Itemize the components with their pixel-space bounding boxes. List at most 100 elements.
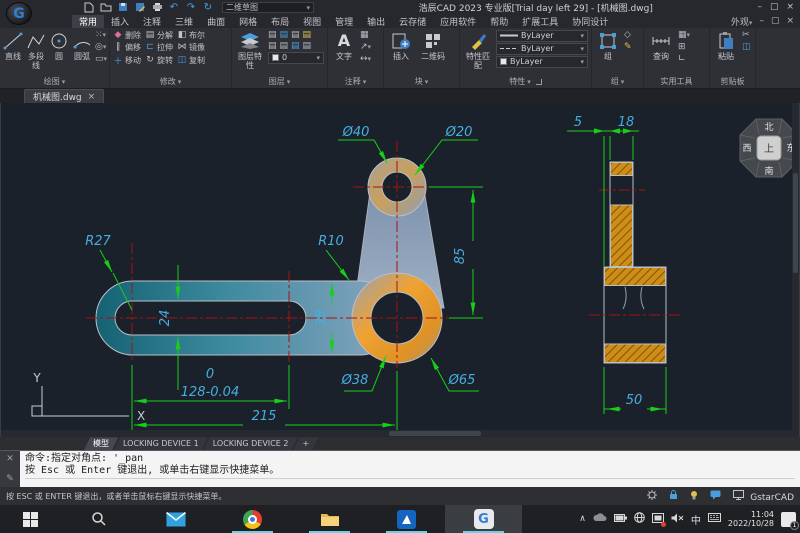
- open-file-icon[interactable]: [100, 1, 112, 13]
- draw-extra-tools[interactable]: ⁙ ◎ ▭: [95, 30, 107, 64]
- tab-collaborate[interactable]: 协同设计: [565, 15, 615, 28]
- panel-label-group[interactable]: 组: [592, 76, 643, 88]
- layout-tab-device1[interactable]: LOCKING DEVICE 1: [114, 437, 208, 450]
- paste-button[interactable]: 粘贴: [713, 30, 739, 61]
- monitor-icon[interactable]: [732, 489, 744, 500]
- polyline-button[interactable]: 多段线: [26, 30, 46, 70]
- view-cube[interactable]: 北 南 西 东 上: [739, 118, 799, 178]
- annotate-extra-tools[interactable]: ▦ ↗ ↔: [360, 30, 371, 64]
- lock-icon[interactable]: [669, 489, 678, 500]
- search-button[interactable]: [60, 505, 137, 533]
- panel-label-annotate[interactable]: 注释: [328, 76, 383, 88]
- taskbar-explorer[interactable]: [291, 505, 368, 533]
- tab-apps[interactable]: 应用软件: [433, 15, 483, 28]
- layer-tools-row2[interactable]: ▤ ▤ ▤ ▤: [268, 41, 324, 51]
- mirror-button[interactable]: ⋈ 镜像: [177, 42, 206, 53]
- tab-manage[interactable]: 管理: [328, 15, 360, 28]
- gear-icon[interactable]: [646, 489, 657, 500]
- line-button[interactable]: 直线: [3, 30, 23, 61]
- tab-insert[interactable]: 插入: [104, 15, 136, 28]
- tab-home[interactable]: 常用: [72, 14, 105, 28]
- battery-icon[interactable]: [613, 513, 627, 525]
- clipboard-extra-tools[interactable]: ✂ ◫: [742, 30, 751, 52]
- onedrive-cloud-icon[interactable]: [593, 513, 607, 525]
- taskbar-mail[interactable]: [137, 505, 214, 533]
- inquiry-button[interactable]: 查询: [647, 30, 675, 61]
- start-button[interactable]: [0, 505, 60, 533]
- chat-icon[interactable]: [710, 490, 721, 500]
- taskbar-clock[interactable]: 11:04 2022/10/28: [728, 510, 774, 528]
- color-dropdown[interactable]: ByLayer: [496, 55, 588, 68]
- app-logo[interactable]: G: [6, 2, 50, 25]
- boolean-button[interactable]: ◧ 布尔: [177, 30, 205, 41]
- notification-center[interactable]: 1: [781, 511, 799, 530]
- group-extra-tools[interactable]: ◇ ✎: [624, 30, 632, 52]
- tab-surface[interactable]: 曲面: [200, 15, 232, 28]
- layout-tab-device2[interactable]: LOCKING DEVICE 2: [204, 437, 298, 450]
- part-side-section-view[interactable]: [603, 161, 667, 364]
- save-as-icon[interactable]: [134, 1, 146, 13]
- ime-indicator[interactable]: 中: [691, 512, 701, 527]
- network-globe-icon[interactable]: [634, 512, 645, 526]
- close-button[interactable]: ×: [786, 2, 794, 12]
- offset-button[interactable]: ∥ 偏移: [113, 42, 141, 53]
- qrcode-button[interactable]: 二维码: [418, 30, 448, 61]
- restore-button[interactable]: ▢: [770, 2, 779, 12]
- workspace-dropdown[interactable]: 二维草图: [222, 1, 314, 13]
- pencil-icon[interactable]: ✎: [6, 474, 14, 484]
- print-icon[interactable]: [151, 1, 163, 13]
- drawing-canvas[interactable]: Ø40 Ø20 R27 R10 24 38 85 0 128-0.04 215 …: [0, 103, 800, 438]
- close-icon[interactable]: [88, 92, 96, 102]
- lightbulb-icon[interactable]: [690, 490, 698, 500]
- layer-properties-button[interactable]: 图层特性: [235, 30, 265, 70]
- panel-label-modify[interactable]: 修改: [110, 76, 231, 88]
- close-command-icon[interactable]: ✕: [6, 454, 14, 464]
- ribbon-close-button[interactable]: ×: [786, 16, 794, 26]
- dialog-launcher-icon[interactable]: [535, 78, 542, 85]
- command-history[interactable]: 命令:指定对角点: '_pan 按 Esc 或 Enter 键退出, 或单击右键…: [20, 451, 800, 487]
- tab-output[interactable]: 输出: [360, 15, 392, 28]
- tab-annotate[interactable]: 注释: [136, 15, 168, 28]
- panel-label-clipboard[interactable]: 剪贴板: [710, 76, 755, 88]
- layout-tab-model[interactable]: 模型: [84, 437, 118, 450]
- move-button[interactable]: ＋移动: [113, 54, 141, 67]
- rotate-button[interactable]: ↻ 旋转: [145, 54, 173, 67]
- panel-label-block[interactable]: 块: [384, 76, 459, 88]
- taskbar-gstarcad[interactable]: G: [445, 505, 522, 533]
- tray-expand-icon[interactable]: ∧: [579, 514, 586, 524]
- save-icon[interactable]: [117, 1, 129, 13]
- arc-button[interactable]: 圆弧: [72, 30, 92, 61]
- insert-block-button[interactable]: 插入: [387, 30, 415, 61]
- ribbon-minimize-button[interactable]: –: [759, 16, 764, 26]
- undo-icon[interactable]: ↶: [168, 1, 180, 13]
- tab-layout[interactable]: 布局: [264, 15, 296, 28]
- tab-3d[interactable]: 三维: [168, 15, 200, 28]
- keyboard-icon[interactable]: [707, 513, 721, 525]
- text-button[interactable]: A 文字: [331, 30, 357, 61]
- refresh-icon[interactable]: ↻: [202, 1, 214, 13]
- panel-label-utilities[interactable]: 实用工具: [644, 76, 709, 88]
- layer-dropdown[interactable]: 0: [268, 51, 324, 64]
- taskbar-chrome[interactable]: [214, 505, 291, 533]
- linetype-dropdown[interactable]: ByLayer: [496, 42, 588, 55]
- copy-button[interactable]: ◫ 复制: [177, 54, 205, 67]
- layout-tab-add[interactable]: +: [293, 437, 318, 450]
- stretch-button[interactable]: ⊏ 拉伸: [145, 42, 173, 53]
- tab-cloud[interactable]: 云存储: [392, 15, 433, 28]
- minimize-button[interactable]: –: [757, 2, 762, 12]
- lineweight-dropdown[interactable]: ByLayer: [496, 29, 588, 42]
- volume-muted-icon[interactable]: [671, 513, 684, 526]
- screenclip-icon[interactable]: [651, 512, 666, 527]
- taskbar-viewer-app[interactable]: [368, 505, 445, 533]
- erase-button[interactable]: ◆ 删除: [113, 30, 141, 41]
- redo-icon[interactable]: ↷: [185, 1, 197, 13]
- group-button[interactable]: 组: [595, 30, 621, 61]
- panel-label-properties[interactable]: 特性: [460, 76, 591, 88]
- explode-button[interactable]: ▤ 分解: [145, 30, 173, 41]
- tab-help[interactable]: 帮助: [483, 15, 515, 28]
- part-front-view[interactable]: [95, 157, 445, 364]
- new-file-icon[interactable]: [83, 1, 95, 13]
- tab-mesh[interactable]: 网格: [232, 15, 264, 28]
- tab-view[interactable]: 视图: [296, 15, 328, 28]
- panel-label-draw[interactable]: 绘图: [0, 76, 109, 88]
